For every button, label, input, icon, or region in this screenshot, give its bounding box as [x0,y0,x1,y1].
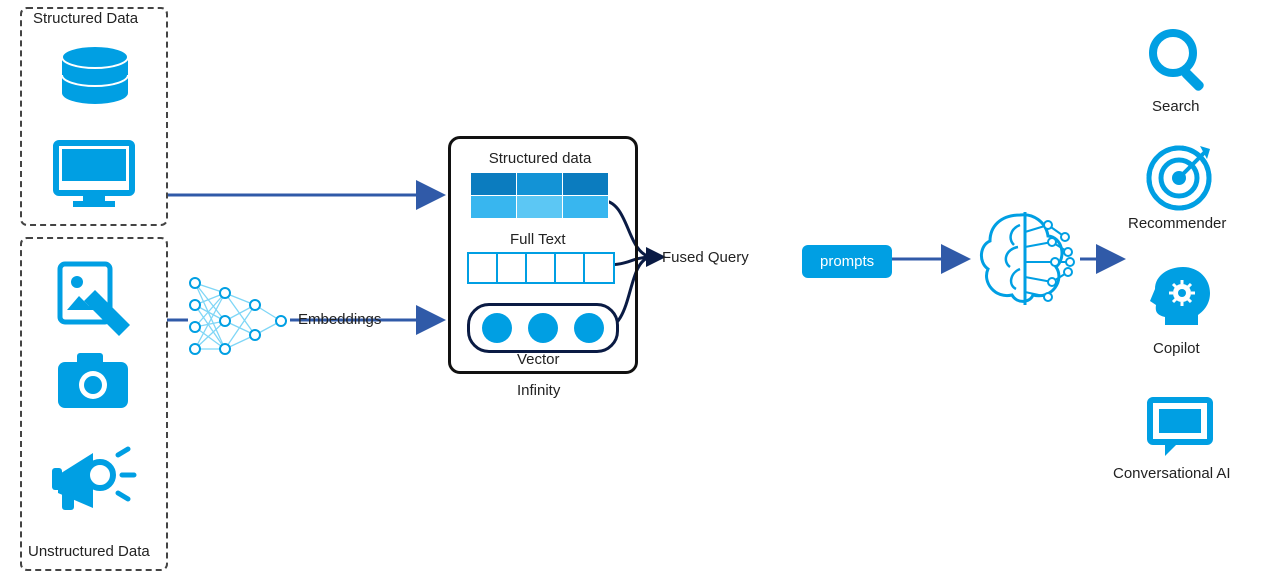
head-gear-icon [1145,265,1217,337]
database-icon [55,45,135,115]
brain-icon [970,207,1080,312]
prompts-text: prompts [820,253,874,270]
infinity-vector-label: Vector [517,351,560,368]
target-icon [1145,140,1217,212]
fused-query-label: Fused Query [662,249,749,266]
camera-icon [55,350,133,412]
neural-net-icon [185,275,295,367]
vector-pill [467,303,619,353]
output-conversational-label: Conversational AI [1113,465,1231,482]
unstructured-data-label: Unstructured Data [28,543,150,560]
embeddings-label: Embeddings [298,311,381,328]
output-copilot-label: Copilot [1153,340,1200,357]
diagram-stage: Structured Data Unstructured Data [0,0,1280,577]
infinity-structured-label: Structured data [485,150,595,167]
monitor-icon [53,140,135,210]
document-image-icon [55,260,133,328]
prompts-chip: prompts [802,245,892,278]
chat-icon [1145,395,1217,461]
structured-grid [470,172,610,220]
output-search-label: Search [1152,98,1200,115]
output-recommender-label: Recommender [1128,215,1226,232]
infinity-label: Infinity [517,382,560,399]
megaphone-icon [48,435,143,520]
search-icon [1145,25,1215,95]
structured-data-label: Structured Data [33,10,138,27]
infinity-fulltext-label: Full Text [510,231,566,248]
